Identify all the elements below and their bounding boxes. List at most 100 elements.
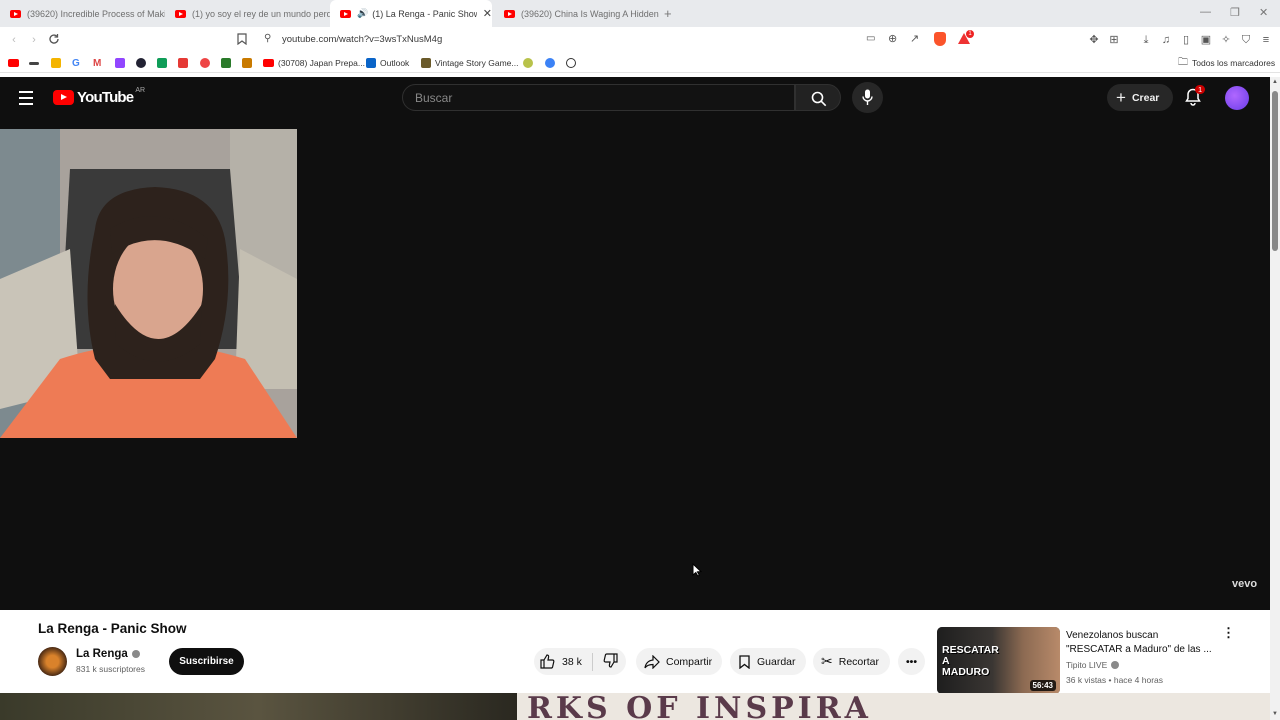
share-page-icon[interactable]: ↗ (910, 32, 919, 45)
bookmark-vintage-story[interactable]: Vintage Story Game... (421, 57, 518, 69)
verified-icon (131, 650, 140, 658)
banner-image-right: RKS OF INSPIRA (517, 693, 1270, 720)
recommended-title[interactable]: Venezolanos buscan "RESCATAR a Maduro" d… (1066, 629, 1216, 657)
search-input[interactable]: Buscar (402, 84, 795, 111)
search-button[interactable] (795, 84, 841, 111)
download-icon[interactable]: ⤓ (1139, 33, 1153, 47)
leo-ai-icon[interactable]: ✧ (1219, 33, 1233, 47)
scroll-up-icon[interactable]: ▲ (1272, 79, 1278, 85)
bookmark-site[interactable] (523, 57, 537, 69)
bookmark-site[interactable] (242, 57, 256, 69)
bookmark-site[interactable] (51, 57, 65, 69)
recommended-more-icon[interactable]: ⋮ (1222, 626, 1235, 639)
twitch-icon (115, 58, 125, 68)
share-label: Compartir (666, 655, 713, 668)
brave-shield-icon[interactable] (934, 32, 946, 46)
site-icon (51, 58, 61, 68)
bookmark-site[interactable] (566, 57, 580, 69)
like-count: 38 k (562, 655, 582, 668)
video-player[interactable]: vevo (0, 119, 1270, 610)
extensions-icon[interactable]: ✥ (1087, 33, 1101, 47)
vpn-shield-icon[interactable]: ⛉ (1239, 33, 1253, 47)
tab-title: (1) yo soy el rey de un mundo perdido (192, 8, 330, 19)
recommended-channel[interactable]: Tipito LIVE (1066, 660, 1107, 670)
notifications-button[interactable]: 1 (1185, 85, 1206, 111)
cast-icon[interactable]: ▭ (866, 33, 875, 44)
bookmark-gmail[interactable]: M (93, 57, 101, 69)
bookmark-sheets[interactable] (157, 57, 171, 69)
clip-button[interactable]: ✂ Recortar (813, 648, 890, 675)
channel-name[interactable]: La Renga (76, 648, 128, 660)
bookmark-site[interactable] (200, 57, 214, 69)
sidebar-icon[interactable]: ▯ (1179, 33, 1193, 47)
bookmark-page-icon[interactable] (235, 33, 249, 47)
pdf-icon (178, 58, 188, 68)
scrollbar-thumb[interactable] (1272, 91, 1278, 251)
youtube-logo[interactable]: YouTube AR (53, 87, 146, 106)
address-bar[interactable]: ⚲ youtube.com/watch?v=3wsTxNusM4g ▭ ⊕ ↗ … (256, 30, 980, 50)
hamburger-menu-icon[interactable] (19, 91, 33, 105)
vevo-watermark: vevo (1232, 578, 1258, 590)
region-code: AR (135, 87, 146, 94)
reload-icon[interactable] (47, 33, 61, 47)
dislike-button[interactable] (603, 652, 618, 671)
minimize-icon[interactable]: — (1200, 6, 1211, 18)
close-window-icon[interactable]: ✕ (1259, 6, 1268, 19)
channel-avatar[interactable] (38, 647, 67, 676)
video-info-section: La Renga - Panic Show La Renga 831 k sus… (0, 610, 1270, 720)
youtube-favicon-icon (10, 9, 21, 18)
avatar[interactable] (1225, 86, 1249, 110)
create-button[interactable]: + Crear (1107, 84, 1173, 111)
site-icon (545, 58, 555, 68)
menu-icon[interactable]: ≡ (1259, 33, 1273, 47)
wallet-icon[interactable]: ▣ (1199, 33, 1213, 47)
bookmark-site[interactable] (136, 57, 150, 69)
browser-tab[interactable]: (39620) Incredible Process of Making (0, 0, 165, 27)
bookmark-youtube[interactable] (8, 57, 23, 69)
restore-icon[interactable]: ❐ (1230, 6, 1240, 19)
bookmark-site[interactable] (545, 57, 559, 69)
browser-tab[interactable]: (39620) China Is Waging A Hidden War (494, 0, 659, 27)
bookmark-label: Todos los marcadores (1192, 58, 1276, 68)
youtube-page: YouTube AR Buscar + Crear 1 vevo La Reng… (0, 77, 1270, 720)
scrollbar[interactable]: ▲ ▼ (1270, 77, 1280, 720)
share-button[interactable]: Compartir (636, 648, 722, 675)
subscribe-button[interactable]: Suscribirse (169, 648, 244, 675)
translate-icon[interactable]: ⊞ (1107, 33, 1121, 47)
back-icon[interactable]: ‹ (7, 33, 21, 47)
zoom-icon[interactable]: ⊕ (888, 32, 897, 45)
scroll-down-icon[interactable]: ▼ (1272, 711, 1278, 717)
bookmark-label: Outlook (380, 58, 410, 68)
bookmark-label: Vintage Story Game... (435, 58, 519, 68)
more-actions-button[interactable]: ••• (898, 648, 925, 675)
youtube-logo-icon (53, 90, 74, 105)
bookmark-site[interactable] (29, 57, 43, 69)
bookmark-google[interactable]: G (72, 57, 80, 69)
banner-text: RKS OF INSPIRA (527, 693, 872, 720)
divider (591, 652, 593, 671)
save-button[interactable]: Guardar (730, 648, 806, 675)
new-tab-button[interactable]: + (664, 6, 672, 21)
bookmark-twitch[interactable] (115, 57, 129, 69)
recommended-thumbnail[interactable]: RESCATAR A MADURO 56:43 (937, 627, 1060, 694)
bookmark-site[interactable] (221, 57, 235, 69)
media-icon[interactable]: ♫ (1159, 33, 1173, 47)
voice-search-button[interactable] (852, 82, 883, 113)
audio-playing-icon[interactable]: 🔊 (357, 8, 368, 19)
like-button[interactable]: 38 k (540, 654, 582, 669)
bookmark-japan[interactable]: (30708) Japan Prepa... (263, 57, 365, 69)
forward-icon[interactable]: › (27, 33, 41, 47)
browser-tab[interactable]: (1) yo soy el rey de un mundo perdido (165, 0, 330, 27)
channel-name-row[interactable]: La Renga (76, 648, 140, 660)
bookmark-outlook[interactable]: Outlook (366, 57, 409, 69)
recommended-meta: 36 k vistas • hace 4 horas (1066, 675, 1163, 685)
bookmark-pdf[interactable] (178, 57, 192, 69)
bookmarks-bar: G M (30708) Japan Prepa... Outlook Vinta… (0, 53, 1280, 73)
site-info-icon[interactable]: ⚲ (264, 33, 271, 44)
close-tab-icon[interactable]: ✕ (483, 7, 492, 20)
all-bookmarks-folder[interactable]: 🗀 Todos los marcadores (1178, 57, 1275, 69)
thumbnail-text: RESCATAR A MADURO (942, 644, 999, 678)
clip-label: Recortar (838, 655, 879, 668)
save-label: Guardar (757, 655, 796, 668)
browser-tab-active[interactable]: 🔊 (1) La Renga - Panic Show - YouTube ✕ (330, 0, 492, 27)
